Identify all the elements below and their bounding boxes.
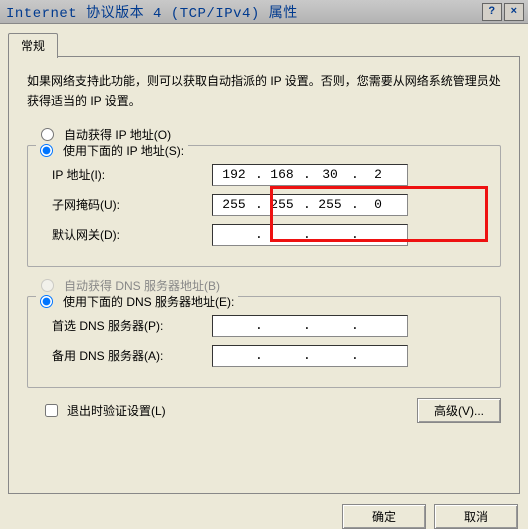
dnsa-oct-1[interactable] — [213, 347, 255, 364]
dnsa-oct-2[interactable] — [261, 347, 303, 364]
mask-oct-2[interactable] — [261, 196, 303, 213]
gw-oct-1[interactable] — [213, 226, 255, 243]
dns-group: 使用下面的 DNS 服务器地址(E): 首选 DNS 服务器(P): . . .… — [27, 296, 501, 388]
gw-oct-4[interactable] — [357, 226, 399, 243]
radio-ip-manual-label: 使用下面的 IP 地址(S): — [63, 142, 184, 159]
radio-dns-auto-label: 自动获得 DNS 服务器地址(B) — [64, 277, 220, 294]
dns-pref-input[interactable]: . . . — [212, 315, 408, 337]
radio-dns-auto — [41, 279, 54, 292]
description-text: 如果网络支持此功能，则可以获取自动指派的 IP 设置。否则，您需要从网络系统管理… — [27, 71, 501, 112]
validate-checkbox[interactable] — [45, 404, 58, 417]
tab-panel-general: 如果网络支持此功能，则可以获取自动指派的 IP 设置。否则，您需要从网络系统管理… — [8, 56, 520, 494]
gw-oct-3[interactable] — [309, 226, 351, 243]
radio-dns-manual-label: 使用下面的 DNS 服务器地址(E): — [63, 293, 234, 310]
window-title: Internet 协议版本 4 (TCP/IPv4) 属性 — [4, 2, 480, 22]
dnsp-oct-4[interactable] — [357, 317, 399, 334]
advanced-button[interactable]: 高级(V)... — [417, 398, 501, 423]
ip-address-label: IP 地址(I): — [42, 166, 212, 183]
dnsp-oct-2[interactable] — [261, 317, 303, 334]
gateway-label: 默认网关(D): — [42, 226, 212, 243]
tab-general[interactable]: 常规 — [8, 33, 58, 58]
mask-oct-3[interactable] — [309, 196, 351, 213]
dnsp-oct-1[interactable] — [213, 317, 255, 334]
gw-oct-2[interactable] — [261, 226, 303, 243]
validate-label: 退出时验证设置(L) — [67, 402, 166, 419]
ip-oct-3[interactable] — [309, 166, 351, 183]
mask-oct-1[interactable] — [213, 196, 255, 213]
ip-group: 使用下面的 IP 地址(S): IP 地址(I): . . . 子网掩码(U):… — [27, 145, 501, 267]
radio-ip-auto-label: 自动获得 IP 地址(O) — [64, 126, 171, 143]
ip-oct-4[interactable] — [357, 166, 399, 183]
ip-address-input[interactable]: . . . — [212, 164, 408, 186]
dns-alt-input[interactable]: . . . — [212, 345, 408, 367]
ok-button[interactable]: 确定 — [342, 504, 426, 529]
ip-oct-1[interactable] — [213, 166, 255, 183]
radio-ip-manual[interactable] — [40, 144, 53, 157]
ip-oct-2[interactable] — [261, 166, 303, 183]
dns-alt-label: 备用 DNS 服务器(A): — [42, 347, 212, 364]
dnsa-oct-4[interactable] — [357, 347, 399, 364]
radio-dns-manual[interactable] — [40, 295, 53, 308]
cancel-button[interactable]: 取消 — [434, 504, 518, 529]
gateway-input[interactable]: . . . — [212, 224, 408, 246]
radio-ip-auto[interactable] — [41, 128, 54, 141]
subnet-mask-label: 子网掩码(U): — [42, 196, 212, 213]
subnet-mask-input[interactable]: . . . — [212, 194, 408, 216]
help-button[interactable]: ? — [482, 3, 502, 21]
dnsp-oct-3[interactable] — [309, 317, 351, 334]
mask-oct-4[interactable] — [357, 196, 399, 213]
dnsa-oct-3[interactable] — [309, 347, 351, 364]
close-button[interactable]: × — [504, 3, 524, 21]
dns-pref-label: 首选 DNS 服务器(P): — [42, 317, 212, 334]
titlebar: Internet 协议版本 4 (TCP/IPv4) 属性 ? × — [0, 0, 528, 24]
